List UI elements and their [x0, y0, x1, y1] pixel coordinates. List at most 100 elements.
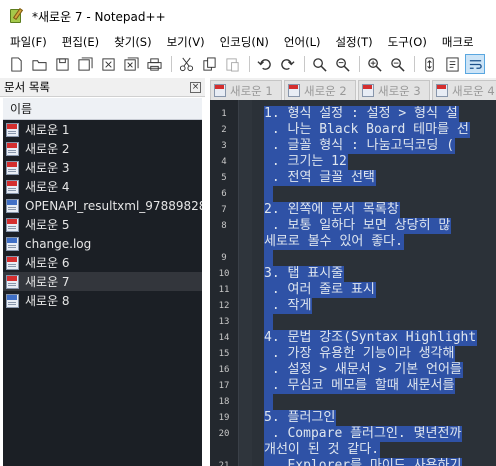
panel-title: 문서 목록: [4, 80, 50, 94]
list-item-label: 새로운 5: [25, 218, 70, 232]
menu-item[interactable]: 찾기(S): [104, 34, 156, 50]
redo-icon[interactable]: [277, 54, 297, 74]
code-text: [264, 250, 273, 266]
document-icon: [6, 255, 19, 270]
editor-line: 21 . Explorer를 마이드 사용하기: [210, 458, 496, 466]
code-text: [264, 394, 273, 410]
list-item[interactable]: OPENAPI_resultxml_97889828...: [3, 196, 202, 215]
line-number: 3: [221, 141, 227, 151]
open-file-icon[interactable]: [29, 54, 49, 74]
editor-line: 2 . 나는 Black Board 테마를 선: [210, 122, 496, 138]
menu-item[interactable]: 도구(O): [378, 34, 432, 50]
menu-item[interactable]: 보기(V): [157, 34, 210, 50]
window-title: *새로운 7 - Notepad++: [32, 9, 166, 24]
list-item[interactable]: 새로운 8: [3, 291, 202, 310]
menu-item[interactable]: 설정(T): [325, 34, 377, 50]
toolbar: [0, 52, 496, 76]
document-icon: [6, 160, 19, 175]
undo-icon[interactable]: [254, 54, 274, 74]
line-number: 17: [218, 381, 230, 391]
list-item[interactable]: change.log: [3, 234, 202, 253]
save-icon[interactable]: [52, 54, 72, 74]
close-icon[interactable]: ×: [190, 81, 201, 93]
title-bar: *새로운 7 - Notepad++: [0, 0, 496, 32]
list-item-label: 새로운 8: [25, 294, 70, 308]
close-icon[interactable]: [98, 54, 118, 74]
editor-line: 14 4. 문법 강조(Syntax Highlight: [210, 330, 496, 346]
document-list-panel: 문서 목록 × 이름 새로운 1 새로운 2 새로운 3 새로운 4 OPENAPI_r…: [0, 78, 205, 466]
editor-line: 13: [210, 314, 496, 330]
list-item[interactable]: 새로운 6: [3, 253, 202, 272]
copy-icon[interactable]: [199, 54, 219, 74]
code-text: . Compare 플러그인. 몇년전까: [264, 426, 463, 442]
list-item[interactable]: 새로운 2: [3, 139, 202, 158]
code-text: 2. 왼쪽에 문서 목록창: [264, 202, 400, 218]
code-text: . 여러 줄로 표시: [264, 282, 376, 298]
save-all-icon[interactable]: [75, 54, 95, 74]
editor-line: 20 . Compare 플러그인. 몇년전까: [210, 426, 496, 442]
editor-line: 16 . 설정 > 새문서 > 기본 언어를: [210, 362, 496, 378]
tab-label: 새로운 1: [230, 83, 273, 98]
menu-item[interactable]: 파일(F): [0, 34, 52, 50]
menu-item[interactable]: 인코딩(N): [210, 34, 274, 50]
code-text: . Explorer를 마이드 사용하기: [264, 458, 463, 466]
replace-icon[interactable]: [332, 54, 352, 74]
editor-line: 4 . 크기는 12: [210, 154, 496, 170]
cut-icon[interactable]: [176, 54, 196, 74]
wrap-toggle-icon[interactable]: [465, 54, 485, 74]
line-number: 15: [218, 349, 230, 359]
toolbar-separator: [359, 56, 360, 72]
tab-document[interactable]: 새로운 3: [358, 80, 430, 100]
list-item[interactable]: 새로운 4: [3, 177, 202, 196]
toolbar-separator: [304, 56, 305, 72]
document-icon: [6, 122, 19, 137]
tab-document[interactable]: 새로운 4: [432, 80, 496, 100]
close-all-icon[interactable]: [121, 54, 141, 74]
line-number: 21: [218, 461, 230, 466]
tab-document[interactable]: 새로운 2: [284, 80, 356, 100]
editor-line: 6: [210, 186, 496, 202]
new-file-icon[interactable]: [6, 54, 26, 74]
code-text: . 보통 일하다 보면 상당히 많: [264, 218, 452, 234]
zoom-in-icon[interactable]: [364, 54, 384, 74]
code-text: . 글꼴 형식 : 나눔고딕코딩 (: [264, 138, 456, 154]
column-header-label: 이름: [10, 102, 33, 116]
list-item-label: change.log: [25, 236, 92, 251]
paste-icon[interactable]: [222, 54, 242, 74]
list-item[interactable]: 새로운 7: [3, 272, 202, 291]
line-number: 1: [221, 109, 227, 119]
document-icon: [436, 84, 448, 97]
zoom-out-icon[interactable]: [387, 54, 407, 74]
tab-document[interactable]: 새로운 1: [210, 80, 282, 100]
menu-item[interactable]: 매크로: [432, 34, 479, 50]
menu-item[interactable]: 언어(L): [274, 34, 326, 50]
code-text: 4. 문법 강조(Syntax Highlight: [264, 330, 478, 346]
tab-bar: 새로운 1 새로운 2 새로운 3 새로운 4: [210, 78, 496, 100]
document-icon: [6, 236, 19, 251]
editor-line: 1 1. 형식 설정 : 설정 > 형식 설: [210, 106, 496, 122]
code-text: . 설정 > 새문서 > 기본 언어를: [264, 362, 463, 378]
panel-header: 문서 목록 ×: [0, 78, 205, 97]
code-text: 개선이 된 것 같다.: [264, 442, 381, 458]
editor[interactable]: 1 1. 형식 설정 : 설정 > 형식 설2 . 나는 Black Board …: [210, 100, 496, 466]
tab-label: 새로운 3: [378, 83, 421, 98]
notepad-plus-plus-app-icon: [8, 7, 24, 24]
find-icon[interactable]: [309, 54, 329, 74]
list-item[interactable]: 새로운 5: [3, 215, 202, 234]
editor-line: 18: [210, 394, 496, 410]
print-icon[interactable]: [144, 54, 164, 74]
sync-scroll-icon[interactable]: [419, 54, 439, 74]
line-number: 20: [218, 429, 230, 439]
column-header-name[interactable]: 이름: [3, 98, 202, 120]
menu-item[interactable]: 편집(E): [52, 34, 104, 50]
line-number: 19: [218, 413, 230, 423]
list-item[interactable]: 새로운 1: [3, 120, 202, 139]
list-item[interactable]: 새로운 3: [3, 158, 202, 177]
line-number: 9: [221, 253, 227, 263]
code-text: 1. 형식 설정 : 설정 > 형식 설: [264, 106, 459, 122]
code-text: 5. 플러그인: [264, 410, 337, 426]
tab-label: 새로운 4: [452, 83, 495, 98]
word-wrap-icon[interactable]: [442, 54, 462, 74]
editor-line: 15 . 가장 유용한 기능이라 생각해: [210, 346, 496, 362]
code-text: . 크기는 12: [264, 154, 348, 170]
